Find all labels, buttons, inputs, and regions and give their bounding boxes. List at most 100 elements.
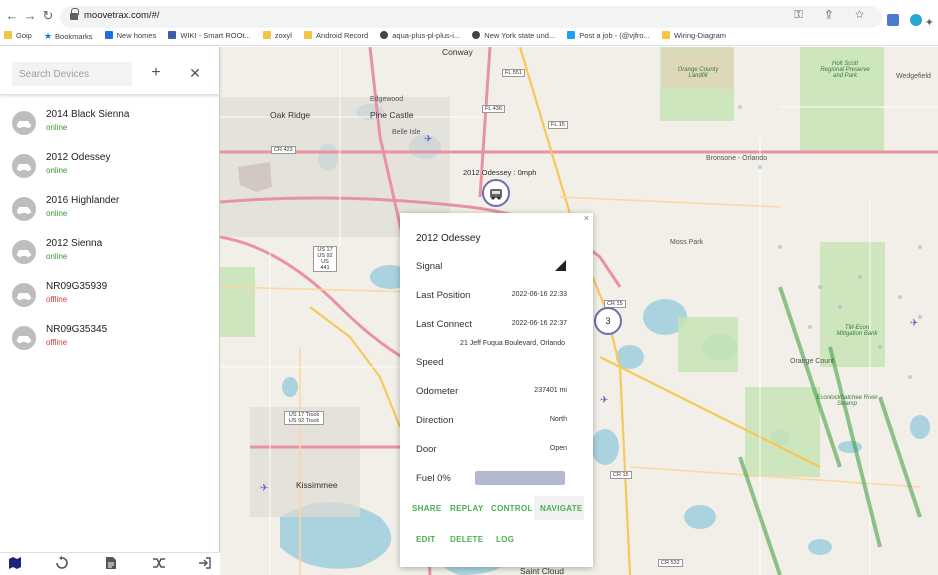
device-item[interactable]: 2014 Black Sienna online	[0, 103, 219, 146]
omnibox-icons[interactable]: ⚿ ⇪ ☆	[794, 9, 874, 22]
cluster-marker[interactable]: 3	[594, 307, 622, 335]
lock-icon	[70, 8, 79, 21]
logout-icon[interactable]	[198, 556, 214, 572]
browser-chrome: ← → ↻ moovetrax.com/#/ ⚿ ⇪ ☆ ✦ Goip ★ Boo…	[0, 0, 938, 46]
device-item[interactable]: 2012 Odessey online	[0, 146, 219, 189]
row-label: Signal	[416, 261, 443, 272]
control-button[interactable]: CONTROL	[491, 504, 533, 513]
device-status: online	[46, 166, 68, 175]
popup-row-direction: Direction North	[416, 415, 567, 429]
globe-icon	[380, 31, 389, 39]
close-icon[interactable]: ✕	[187, 65, 203, 81]
popup-row-signal: Signal	[416, 260, 566, 275]
airport-icon: ✈	[910, 318, 919, 329]
car-icon	[12, 111, 36, 135]
bookmark-item[interactable]: Goip	[4, 30, 32, 42]
bookmark-item[interactable]: aqua-plus-pl-plus-i...	[380, 30, 460, 42]
popup-row-speed: Speed	[416, 357, 566, 371]
device-name: 2012 Odessey	[46, 152, 111, 163]
bookmark-item[interactable]: New York state und...	[472, 30, 555, 42]
replay-button[interactable]: REPLAY	[450, 504, 484, 513]
fuel-bar	[475, 471, 565, 485]
bookmark-item[interactable]: New homes	[104, 30, 156, 42]
map-label-belle-isle: Belle Isle	[392, 129, 421, 136]
log-button[interactable]: LOG	[496, 535, 514, 544]
bookmark-item[interactable]: ★ Bookmarks	[44, 30, 93, 43]
car-icon	[490, 189, 502, 200]
url-text: moovetrax.com/#/	[84, 10, 160, 21]
device-item[interactable]: 2012 Sienna online	[0, 232, 219, 275]
map-label-preserve: Holt Scott Regional Preserve and Park	[820, 61, 870, 79]
folder-icon	[262, 31, 271, 39]
map-label-edgewood: Edgewood	[370, 96, 404, 103]
road-shield: CR 423	[271, 146, 296, 154]
extension-icon[interactable]	[886, 14, 899, 26]
device-name: NR09G35345	[46, 324, 108, 335]
navigate-button[interactable]: NAVIGATE	[540, 504, 583, 513]
row-label: Direction	[416, 415, 454, 426]
popup-close-button[interactable]: ×	[584, 213, 589, 223]
row-label: Odometer	[416, 386, 459, 397]
device-status: offline	[46, 295, 68, 304]
extension-icon[interactable]	[909, 14, 922, 26]
road-shield: US 17 Truck US 92 Truck	[284, 411, 324, 425]
sidebar: + ✕ 2014 Black Sienna online 2012 Odesse…	[0, 47, 220, 575]
add-device-button[interactable]: +	[148, 65, 164, 81]
search-devices-input[interactable]	[12, 62, 132, 86]
bookmark-item[interactable]: Android Record	[304, 30, 368, 42]
bookmark-item[interactable]: zoxyl	[262, 30, 292, 42]
map-label-orange-county: Orange Count	[790, 358, 834, 365]
car-icon	[12, 283, 36, 307]
popup-row-last-connect: Last Connect 2022-06-16 22:37	[416, 319, 567, 333]
row-label: Last Connect	[416, 319, 472, 330]
bookmark-item[interactable]: Post a job - (@vjfro...	[567, 30, 650, 42]
popup-title: 2012 Odessey	[416, 233, 481, 244]
road-shield: FL 15	[548, 121, 568, 129]
site-icon	[168, 31, 177, 39]
map-label-saint-cloud: Saint Cloud	[520, 566, 564, 575]
road-shield: CR 15	[610, 471, 632, 479]
vehicle-marker[interactable]	[482, 179, 510, 207]
replay-icon[interactable]	[55, 556, 71, 572]
map-label-oak-ridge: Oak Ridge	[270, 110, 311, 120]
map-icon[interactable]	[8, 556, 24, 572]
row-label: Speed	[416, 357, 444, 368]
row-label: Last Position	[416, 290, 471, 301]
puzzle-icon[interactable]: ✦	[925, 17, 934, 29]
device-item[interactable]: NR09G35345 offline	[0, 318, 219, 361]
edit-button[interactable]: EDIT	[416, 535, 435, 544]
device-name: 2012 Sienna	[46, 238, 103, 249]
folder-icon	[4, 31, 12, 39]
shuffle-icon[interactable]	[152, 556, 168, 572]
reload-icon[interactable]: ↻	[40, 8, 56, 24]
row-value: 2022-06-16 22:33	[511, 291, 567, 298]
address-row: ← → ↻ moovetrax.com/#/ ⚿ ⇪ ☆ ✦	[0, 6, 938, 29]
forward-icon[interactable]: →	[22, 8, 38, 24]
share-button[interactable]: SHARE	[412, 504, 442, 513]
map-label-bronsone: Bronsone - Orlando	[706, 155, 768, 162]
bookmarks-bar: Goip ★ Bookmarks New homes WIKI - Smart R…	[4, 30, 736, 44]
device-item[interactable]: 2016 Highlander online	[0, 189, 219, 232]
device-info-popup: × 2012 Odessey Signal Last Position 2022…	[400, 213, 593, 567]
back-icon[interactable]: ←	[4, 8, 20, 24]
device-item[interactable]: NR09G35939 offline	[0, 275, 219, 318]
report-icon[interactable]	[104, 556, 120, 572]
popup-row-odometer: Odometer 237401 mi	[416, 386, 567, 400]
car-icon	[12, 240, 36, 264]
map-label-landfill: Orange County Landfill	[677, 67, 719, 79]
map-label-swamp: Econlockhatchee River Swamp	[816, 395, 878, 407]
map-label-pine-castle: Pine Castle	[370, 110, 414, 120]
map-label-conway: Conway	[442, 47, 473, 57]
popup-row-door: Door Open	[416, 444, 567, 458]
globe-icon	[472, 31, 481, 39]
address-bar[interactable]: moovetrax.com/#/ ⚿ ⇪ ☆	[60, 6, 882, 28]
bookmark-item[interactable]: WIKI - Smart ROOt...	[168, 30, 251, 42]
site-icon	[104, 31, 113, 39]
row-value: Open	[549, 445, 567, 452]
vehicle-label: 2012 Odessey : 0mph	[463, 168, 537, 177]
extensions[interactable]: ✦	[879, 14, 934, 29]
folder-icon	[661, 31, 670, 39]
road-shield: FL 436	[482, 105, 505, 113]
bookmark-item[interactable]: Wiring-Diagram	[661, 30, 726, 42]
delete-button[interactable]: DELETE	[450, 535, 483, 544]
